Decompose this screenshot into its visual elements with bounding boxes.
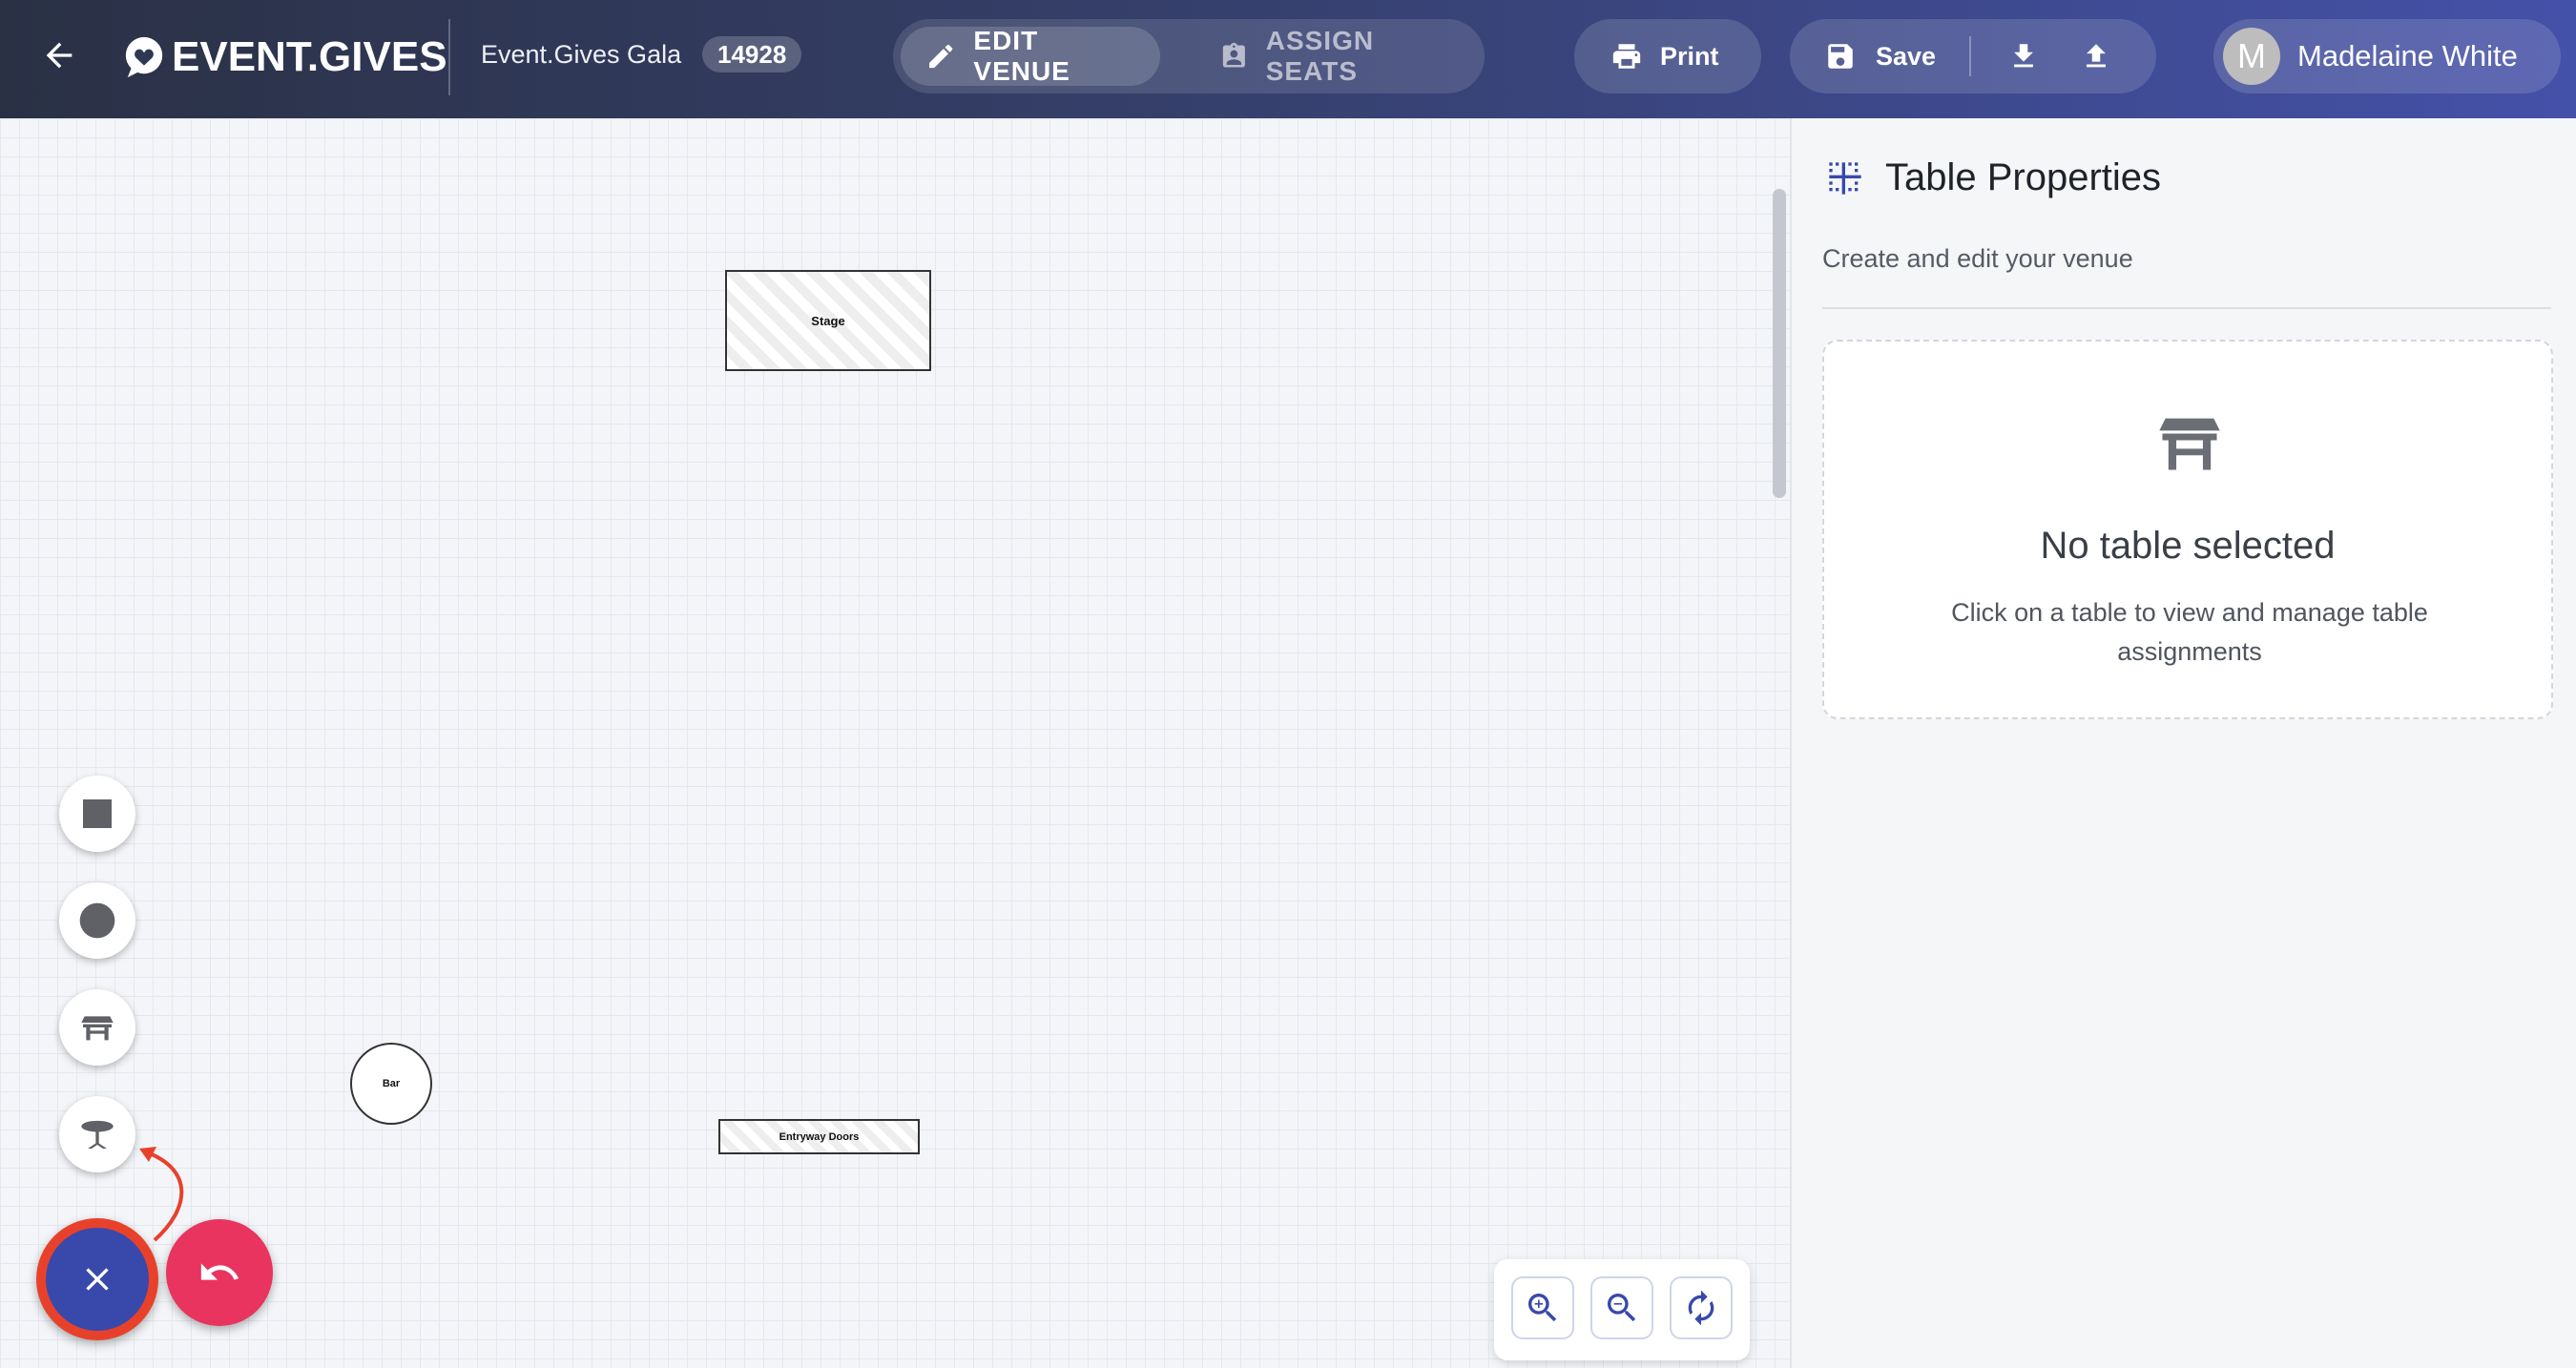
venue-element-stage[interactable]: Stage xyxy=(725,270,931,371)
assign-seats-label: ASSIGN SEATS xyxy=(1265,26,1375,86)
save-button[interactable]: Save xyxy=(1824,19,1936,93)
save-group: Save xyxy=(1790,19,2156,93)
zoom-in-button[interactable] xyxy=(1511,1276,1574,1339)
event-name: Event.Gives Gala xyxy=(481,40,682,69)
round-table-icon xyxy=(81,1120,114,1149)
bar-label: Bar xyxy=(382,1078,401,1089)
empty-state-description: Click on a table to view and manage tabl… xyxy=(1951,598,2428,666)
clipboard-user-icon xyxy=(1222,42,1245,68)
heart-chat-icon xyxy=(125,36,163,78)
close-tools-button[interactable] xyxy=(36,1218,158,1340)
undo-icon xyxy=(200,1263,239,1280)
zoom-out-icon xyxy=(1608,1294,1636,1322)
panel-title: Table Properties xyxy=(1885,156,2162,198)
rect-table-icon xyxy=(81,1016,114,1041)
app-header: EVENT.GIVES Event.Gives Gala 14928 EDIT … xyxy=(0,0,2576,118)
floppy-disk-icon xyxy=(1828,44,1853,69)
download-icon xyxy=(2014,44,2033,68)
event-id-badge: 14928 xyxy=(702,36,802,73)
add-rect-table-button[interactable] xyxy=(59,989,135,1066)
undo-button[interactable] xyxy=(166,1219,273,1326)
entryway-label: Entryway Doors xyxy=(779,1130,860,1143)
assign-seats-tab[interactable]: ASSIGN SEATS xyxy=(1196,26,1479,86)
logo-text: EVENT.GIVES xyxy=(172,33,447,80)
user-menu[interactable]: M Madelaine White xyxy=(2213,19,2561,93)
zoom-out-button[interactable] xyxy=(1590,1276,1653,1339)
refresh-icon xyxy=(1688,1290,1714,1326)
edit-venue-tab[interactable]: EDIT VENUE xyxy=(901,26,1160,86)
venue-element-entryway-doors[interactable]: Entryway Doors xyxy=(718,1119,920,1154)
panel-subtitle: Create and edit your venue xyxy=(1822,244,2133,273)
square-icon xyxy=(83,799,112,828)
canvas-scrollbar[interactable] xyxy=(1773,189,1786,498)
table-icon xyxy=(2159,418,2220,470)
save-label: Save xyxy=(1876,41,1937,71)
upload-icon xyxy=(2087,44,2106,68)
print-label: Print xyxy=(1660,41,1719,71)
avatar: M xyxy=(2223,28,2280,85)
mode-switcher: EDIT VENUE ASSIGN SEATS xyxy=(893,19,1485,93)
reset-view-button[interactable] xyxy=(1670,1276,1733,1339)
save-divider xyxy=(1969,36,1971,76)
zoom-controls xyxy=(1494,1259,1750,1360)
pencil-icon xyxy=(929,44,953,69)
logo[interactable]: EVENT.GIVES xyxy=(122,29,447,86)
print-button[interactable]: Print xyxy=(1574,19,1761,93)
panel-divider xyxy=(1822,307,2551,309)
circle-icon xyxy=(79,902,115,939)
add-round-table-button[interactable] xyxy=(59,1096,135,1172)
back-button[interactable] xyxy=(36,32,82,78)
add-square-button[interactable] xyxy=(59,776,135,852)
edit-venue-label: EDIT VENUE xyxy=(973,26,1070,86)
close-icon xyxy=(86,1268,109,1291)
close-tools-inner xyxy=(46,1228,149,1331)
upload-button[interactable] xyxy=(2074,34,2118,78)
empty-state-title: No table selected xyxy=(2040,525,2336,567)
zoom-in-icon xyxy=(1528,1294,1557,1322)
panel-header: Table Properties xyxy=(1826,156,2161,199)
table-properties-panel: Table Properties Create and edit your ve… xyxy=(1790,118,2576,1368)
arrow-left-icon xyxy=(46,42,73,69)
grid-select-icon xyxy=(1829,161,1861,195)
empty-state-card: No table selected Click on a table to vi… xyxy=(1822,340,2553,719)
user-name: Madelaine White xyxy=(2297,39,2518,73)
stage-label: Stage xyxy=(811,313,845,328)
add-circle-button[interactable] xyxy=(59,882,135,959)
printer-icon xyxy=(1612,44,1641,69)
header-divider xyxy=(448,19,450,95)
venue-element-bar[interactable]: Bar xyxy=(350,1043,432,1125)
download-button[interactable] xyxy=(2002,34,2046,78)
